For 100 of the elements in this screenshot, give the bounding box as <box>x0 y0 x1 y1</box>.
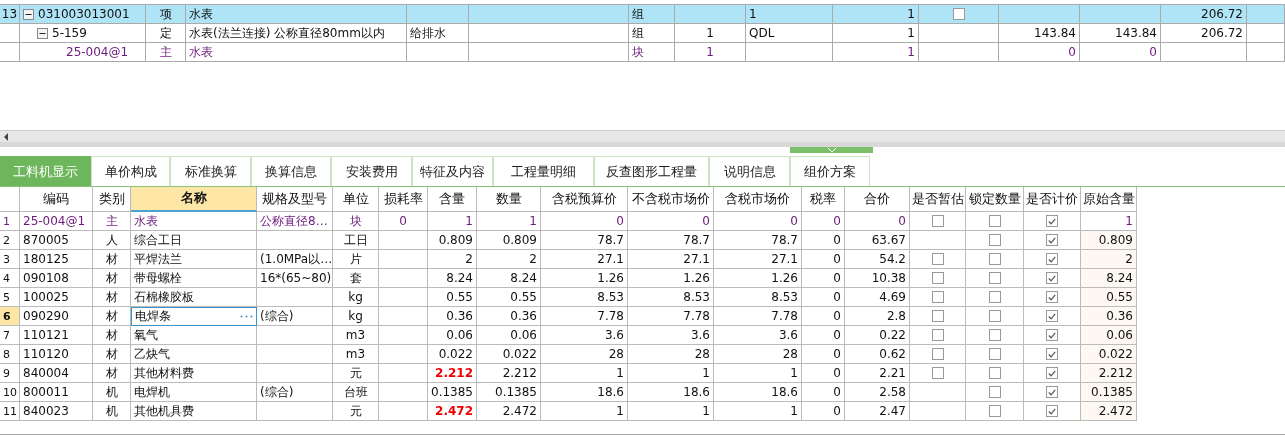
checkbox[interactable] <box>931 367 944 379</box>
more-icon[interactable] <box>240 315 253 318</box>
column-header[interactable]: 不含税市场价 <box>628 187 714 212</box>
table-cell: 0.36 <box>428 307 477 326</box>
column-header[interactable]: 含量 <box>428 187 477 212</box>
column-header[interactable]: 数量 <box>477 187 541 212</box>
checkbox[interactable] <box>1046 310 1058 322</box>
table-cell: 综合工日 <box>131 231 257 250</box>
row-number[interactable]: 3 <box>0 250 20 269</box>
collapse-icon[interactable] <box>23 8 34 20</box>
tab[interactable]: 标准换算 <box>170 156 251 186</box>
checkbox[interactable] <box>931 310 944 322</box>
tab[interactable]: 工程量明细 <box>493 156 594 186</box>
table-cell: 材 <box>93 288 131 307</box>
table-cell: 28 <box>541 345 628 364</box>
checkbox[interactable] <box>988 329 1001 341</box>
checkbox[interactable] <box>988 272 1001 284</box>
row-number[interactable]: 11 <box>0 402 20 421</box>
column-header[interactable]: 是否暂估 <box>910 187 966 212</box>
checkbox[interactable] <box>931 329 944 341</box>
tab[interactable]: 反查图形工程量 <box>594 156 709 186</box>
table-cell: 1.26 <box>714 269 802 288</box>
column-header[interactable]: 名称 <box>131 187 257 212</box>
scroll-left-icon[interactable] <box>3 132 9 141</box>
table-cell: 公称直径8… <box>257 212 333 231</box>
checkbox[interactable] <box>988 367 1001 379</box>
checkbox[interactable] <box>931 215 944 227</box>
table-cell: 0.06 <box>477 326 541 345</box>
table-cell: 1 <box>714 364 802 383</box>
table-cell <box>379 288 428 307</box>
checkbox[interactable] <box>988 386 1001 398</box>
checkbox[interactable] <box>931 253 944 265</box>
checkbox[interactable] <box>988 310 1001 322</box>
table-cell: 主 <box>146 43 186 61</box>
checkbox[interactable] <box>1046 272 1058 284</box>
table-cell: 0 <box>802 345 845 364</box>
table-cell: 7.78 <box>541 307 628 326</box>
checkbox[interactable] <box>1046 367 1058 379</box>
checkbox[interactable] <box>1046 215 1058 227</box>
table-cell: 800011 <box>20 383 93 402</box>
table-cell: 110120 <box>20 345 93 364</box>
corner-header <box>0 187 20 212</box>
row-number[interactable]: 6 <box>0 307 20 326</box>
row-number[interactable]: 7 <box>0 326 20 345</box>
table-row[interactable]: 13 031003013001 项 水表 组 1 1 206.72 <box>0 5 1285 24</box>
checkbox[interactable] <box>988 253 1001 265</box>
table-cell: 材 <box>93 269 131 288</box>
table-row[interactable]: 25-004@1 主 水表 块 1 1 0 0 <box>0 43 1285 62</box>
tab[interactable]: 特征及内容 <box>412 156 493 186</box>
collapse-icon[interactable] <box>37 27 48 39</box>
checkbox[interactable] <box>1046 234 1058 246</box>
column-header[interactable]: 含税市场价 <box>714 187 802 212</box>
checkbox[interactable] <box>1046 291 1058 303</box>
tab[interactable]: 单价构成 <box>91 156 170 186</box>
column-header[interactable]: 是否计价 <box>1024 187 1081 212</box>
checkbox[interactable] <box>952 8 965 20</box>
row-number[interactable]: 10 <box>0 383 20 402</box>
checkbox[interactable] <box>1046 405 1058 417</box>
table-cell: 0 <box>802 402 845 421</box>
checkbox[interactable] <box>988 405 1001 417</box>
row-number[interactable]: 8 <box>0 345 20 364</box>
splitter-handle[interactable] <box>790 147 873 153</box>
table-cell: 0 <box>628 212 714 231</box>
table-cell: 63.67 <box>845 231 910 250</box>
horizontal-scrollbar[interactable] <box>0 130 1285 142</box>
column-header[interactable]: 损耗率 <box>379 187 428 212</box>
column-header[interactable]: 编码 <box>20 187 93 212</box>
row-number[interactable]: 4 <box>0 269 20 288</box>
column-header[interactable]: 单位 <box>333 187 379 212</box>
checkbox[interactable] <box>1046 253 1058 265</box>
table-cell: 10.38 <box>845 269 910 288</box>
row-number[interactable]: 1 <box>0 212 20 231</box>
checkbox[interactable] <box>988 291 1001 303</box>
column-header[interactable]: 原始含量 <box>1081 187 1137 212</box>
checkbox[interactable] <box>931 348 944 360</box>
checkbox[interactable] <box>1046 348 1058 360</box>
checkbox[interactable] <box>931 291 944 303</box>
checkbox[interactable] <box>988 234 1001 246</box>
checkbox[interactable] <box>988 348 1001 360</box>
table-cell: 给排水 <box>407 24 469 42</box>
column-header[interactable]: 合价 <box>845 187 910 212</box>
table-cell <box>379 383 428 402</box>
column-header[interactable]: 含税预算价 <box>541 187 628 212</box>
column-header[interactable]: 锁定数量 <box>966 187 1024 212</box>
tab[interactable]: 换算信息 <box>251 156 331 186</box>
column-header[interactable]: 规格及型号 <box>257 187 333 212</box>
row-number[interactable]: 2 <box>0 231 20 250</box>
tab[interactable]: 组价方案 <box>790 156 870 186</box>
row-number[interactable]: 9 <box>0 364 20 383</box>
checkbox[interactable] <box>931 272 944 284</box>
tab[interactable]: 说明信息 <box>709 156 790 186</box>
checkbox[interactable] <box>1046 386 1058 398</box>
table-cell: 8.53 <box>541 288 628 307</box>
table-cell: 2.212 <box>1081 364 1137 383</box>
checkbox[interactable] <box>1046 329 1058 341</box>
tab[interactable]: 安装费用 <box>331 156 412 186</box>
checkbox[interactable] <box>988 215 1001 227</box>
table-row[interactable]: 5-159 定 水表(法兰连接) 公称直径80mm以内 给排水 组 1 QDL 1 143.84 143.84 206.72 <box>0 24 1285 43</box>
column-header[interactable]: 税率 <box>802 187 845 212</box>
table-cell: 0 <box>714 212 802 231</box>
